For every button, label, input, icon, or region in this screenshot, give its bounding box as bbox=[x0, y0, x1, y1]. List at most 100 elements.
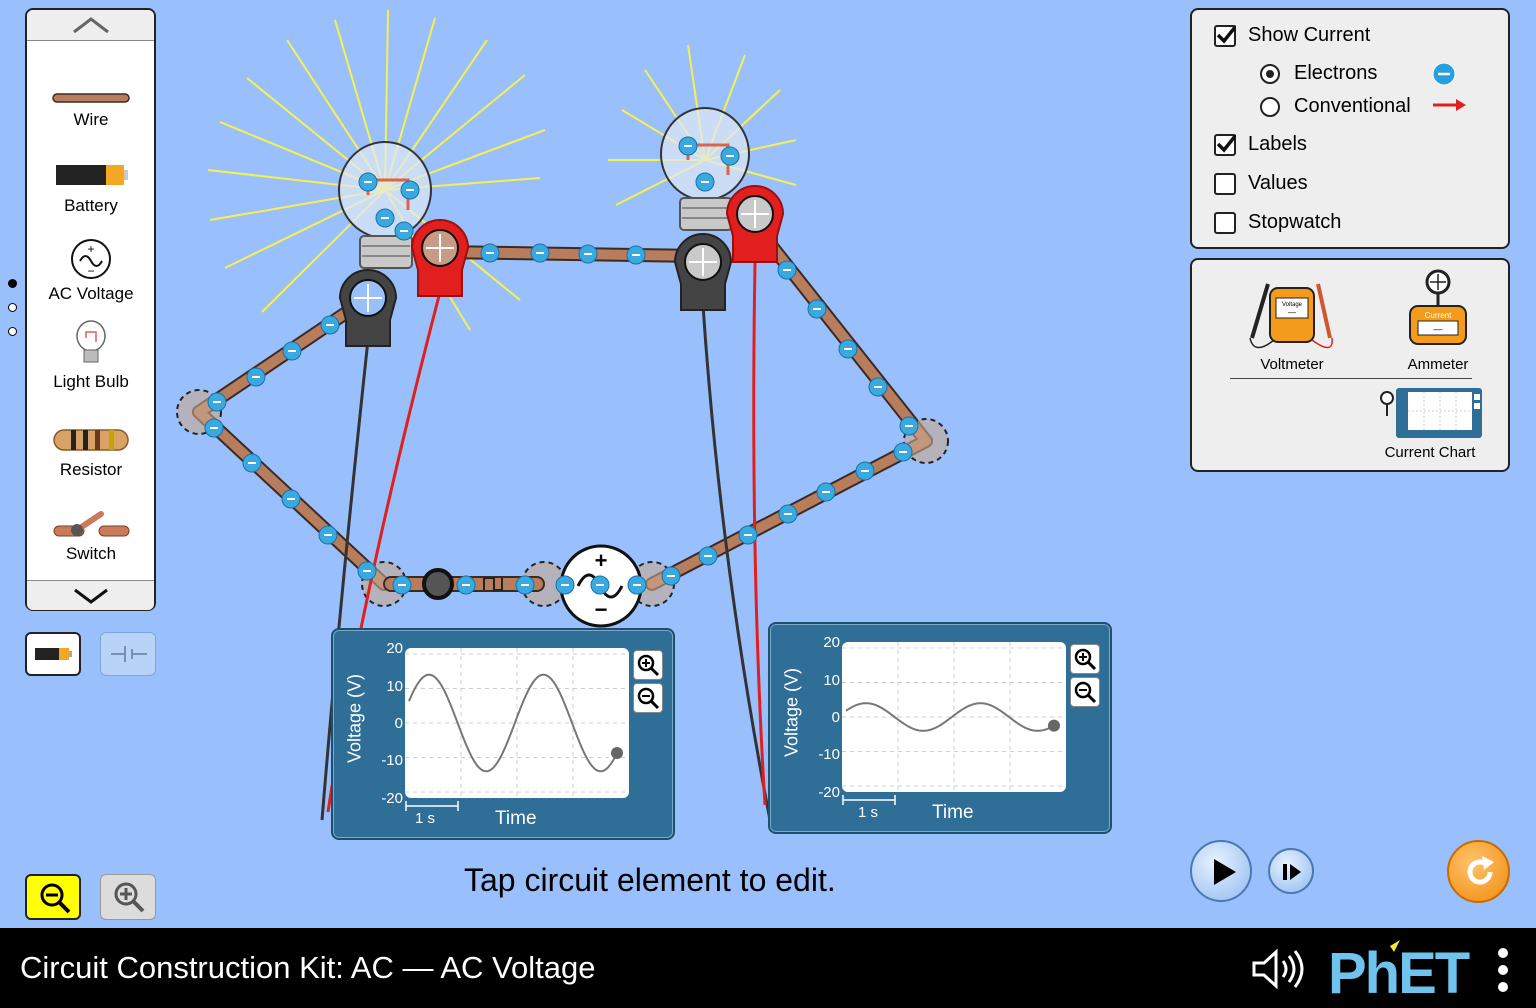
svg-text:+: + bbox=[87, 242, 94, 256]
chart-1-ytick: -10 bbox=[381, 752, 403, 769]
show-current-checkbox[interactable]: Show Current bbox=[1214, 24, 1370, 47]
ammeter-label: Ammeter bbox=[1407, 356, 1469, 373]
chart-1-zoom-out-button[interactable] bbox=[633, 683, 663, 713]
positive-probe-2[interactable] bbox=[725, 185, 785, 263]
carousel-item-switch[interactable]: Switch bbox=[27, 502, 154, 568]
negative-probe-2[interactable] bbox=[673, 233, 733, 311]
component-carousel: Wire Battery + − AC Voltage Light Bulb Re… bbox=[25, 8, 156, 611]
reset-all-button[interactable] bbox=[1447, 840, 1510, 903]
current-chart-icon bbox=[1380, 388, 1482, 438]
chart-1-ylabel: Voltage (V) bbox=[344, 673, 365, 764]
zoom-out-icon bbox=[637, 687, 660, 710]
chart-1-zoom-in-button[interactable] bbox=[633, 650, 663, 680]
labels-checkbox[interactable]: Labels bbox=[1214, 133, 1307, 156]
trace-endpoint bbox=[1048, 719, 1060, 732]
carousel-label-resistor: Resistor bbox=[59, 460, 123, 479]
svg-text:+: + bbox=[595, 548, 608, 573]
chart-2-ytick: -20 bbox=[818, 784, 840, 801]
chart-2-time-scale-label: 1 s bbox=[858, 804, 879, 821]
chart-1-ytick: -20 bbox=[381, 790, 403, 807]
show-current-label: Show Current bbox=[1248, 24, 1371, 46]
chevron-down-icon bbox=[74, 588, 108, 604]
zoom-out-icon bbox=[40, 883, 71, 914]
chart-2-ytick: -10 bbox=[818, 746, 840, 763]
stopwatch-check-icon bbox=[1214, 211, 1236, 234]
current-chart-tool[interactable]: Current Chart bbox=[1370, 386, 1490, 464]
chart-2-ytick: 0 bbox=[831, 709, 840, 726]
chart-1-ytick: 10 bbox=[386, 678, 403, 695]
zoom-out-icon bbox=[1074, 681, 1097, 704]
chart-1-time-scale-label: 1 s bbox=[415, 810, 436, 827]
voltage-chart-2[interactable]: Voltage (V) 20 10 0 -10 -20 1 s Time bbox=[768, 622, 1112, 834]
chart-2-ytick: 20 bbox=[823, 634, 840, 651]
values-label: Values bbox=[1248, 172, 1308, 194]
chart-2-zoom-out-button[interactable] bbox=[1070, 677, 1100, 707]
zoom-out-button[interactable] bbox=[25, 874, 81, 920]
lifelike-view-button[interactable] bbox=[25, 632, 81, 676]
labels-label: Labels bbox=[1248, 133, 1307, 155]
carousel-label-wire: Wire bbox=[73, 110, 109, 129]
voltmeter-label: Voltmeter bbox=[1260, 356, 1324, 373]
wires[interactable] bbox=[192, 218, 933, 591]
play-button[interactable] bbox=[1190, 840, 1252, 902]
electrons-radio[interactable]: Electrons bbox=[1260, 62, 1377, 85]
negative-probe-1[interactable] bbox=[338, 269, 398, 347]
values-check-icon bbox=[1214, 172, 1236, 195]
page-dot-3[interactable] bbox=[8, 327, 17, 336]
speaker-icon[interactable] bbox=[1250, 948, 1306, 990]
carousel-item-resistor[interactable]: Resistor bbox=[27, 422, 154, 482]
navigation-bar: Circuit Construction Kit: AC — AC Voltag… bbox=[0, 928, 1536, 1008]
chart-2-plot-area bbox=[842, 642, 1066, 792]
values-checkbox[interactable]: Values bbox=[1214, 172, 1308, 195]
carousel-up-button[interactable] bbox=[27, 10, 154, 41]
carousel-item-ac-voltage[interactable]: + − AC Voltage bbox=[27, 238, 154, 308]
carousel-label-ac-voltage: AC Voltage bbox=[48, 284, 134, 303]
zoom-in-button[interactable] bbox=[100, 874, 156, 920]
ammeter-tool[interactable]: Current — Ammeter bbox=[1388, 268, 1488, 376]
electrons-radio-icon bbox=[1260, 63, 1280, 84]
voltmeter-tool[interactable]: Voltage — Voltmeter bbox=[1222, 276, 1362, 376]
battery-view-icon bbox=[35, 648, 72, 660]
schematic-battery-icon bbox=[111, 646, 147, 662]
current-chart-label: Current Chart bbox=[1384, 444, 1476, 461]
carousel-item-light-bulb[interactable]: Light Bulb bbox=[27, 320, 154, 396]
carousel-label-battery: Battery bbox=[64, 196, 118, 215]
ammeter-icon: Current — bbox=[1409, 269, 1467, 345]
stopwatch-checkbox[interactable]: Stopwatch bbox=[1214, 211, 1341, 234]
show-current-check-icon bbox=[1214, 24, 1236, 47]
ammeter-screen-value: — bbox=[1434, 324, 1443, 334]
step-forward-button[interactable] bbox=[1268, 848, 1314, 894]
chart-2-xlabel: Time bbox=[932, 802, 974, 823]
voltmeter-icon: Voltage — bbox=[1249, 283, 1333, 349]
toolbox-divider bbox=[1230, 378, 1472, 379]
phet-logo[interactable]: PhET bbox=[1328, 938, 1484, 1000]
voltage-chart-1[interactable]: Voltage (V) 20 10 0 -10 -20 1 s Time bbox=[331, 628, 675, 840]
labels-check-icon bbox=[1214, 133, 1236, 156]
carousel-item-battery[interactable]: Battery bbox=[27, 158, 154, 218]
play-icon bbox=[1214, 859, 1236, 885]
svg-text:−: − bbox=[595, 597, 608, 622]
chart-1-plot-area bbox=[405, 648, 629, 798]
switch-icon bbox=[53, 511, 130, 537]
chart-1-ytick: 0 bbox=[394, 715, 403, 732]
ammeter-screen-label: Current bbox=[1425, 311, 1452, 320]
conventional-radio-icon bbox=[1260, 96, 1280, 117]
carousel-label-light-bulb: Light Bulb bbox=[53, 372, 129, 391]
conventional-label: Conventional bbox=[1294, 95, 1411, 117]
carousel-page-dots[interactable] bbox=[7, 279, 19, 341]
resistor-icon bbox=[53, 429, 129, 451]
page-dot-1[interactable] bbox=[8, 279, 17, 288]
positive-probe-1[interactable] bbox=[410, 219, 470, 297]
wire-icon bbox=[52, 93, 130, 103]
page-dot-2[interactable] bbox=[8, 303, 17, 312]
schematic-view-button[interactable] bbox=[100, 632, 156, 676]
sim-title: Circuit Construction Kit: AC — AC Voltag… bbox=[20, 950, 596, 985]
zoom-in-icon bbox=[637, 654, 660, 677]
ac-voltage-icon: +− bbox=[71, 239, 111, 279]
menu-icon[interactable] bbox=[1494, 946, 1512, 994]
conventional-radio[interactable]: Conventional bbox=[1260, 95, 1411, 118]
chart-2-zoom-in-button[interactable] bbox=[1070, 644, 1100, 674]
reset-icon bbox=[1467, 856, 1494, 885]
carousel-item-wire[interactable]: Wire bbox=[27, 88, 154, 138]
carousel-down-button[interactable] bbox=[27, 580, 154, 610]
